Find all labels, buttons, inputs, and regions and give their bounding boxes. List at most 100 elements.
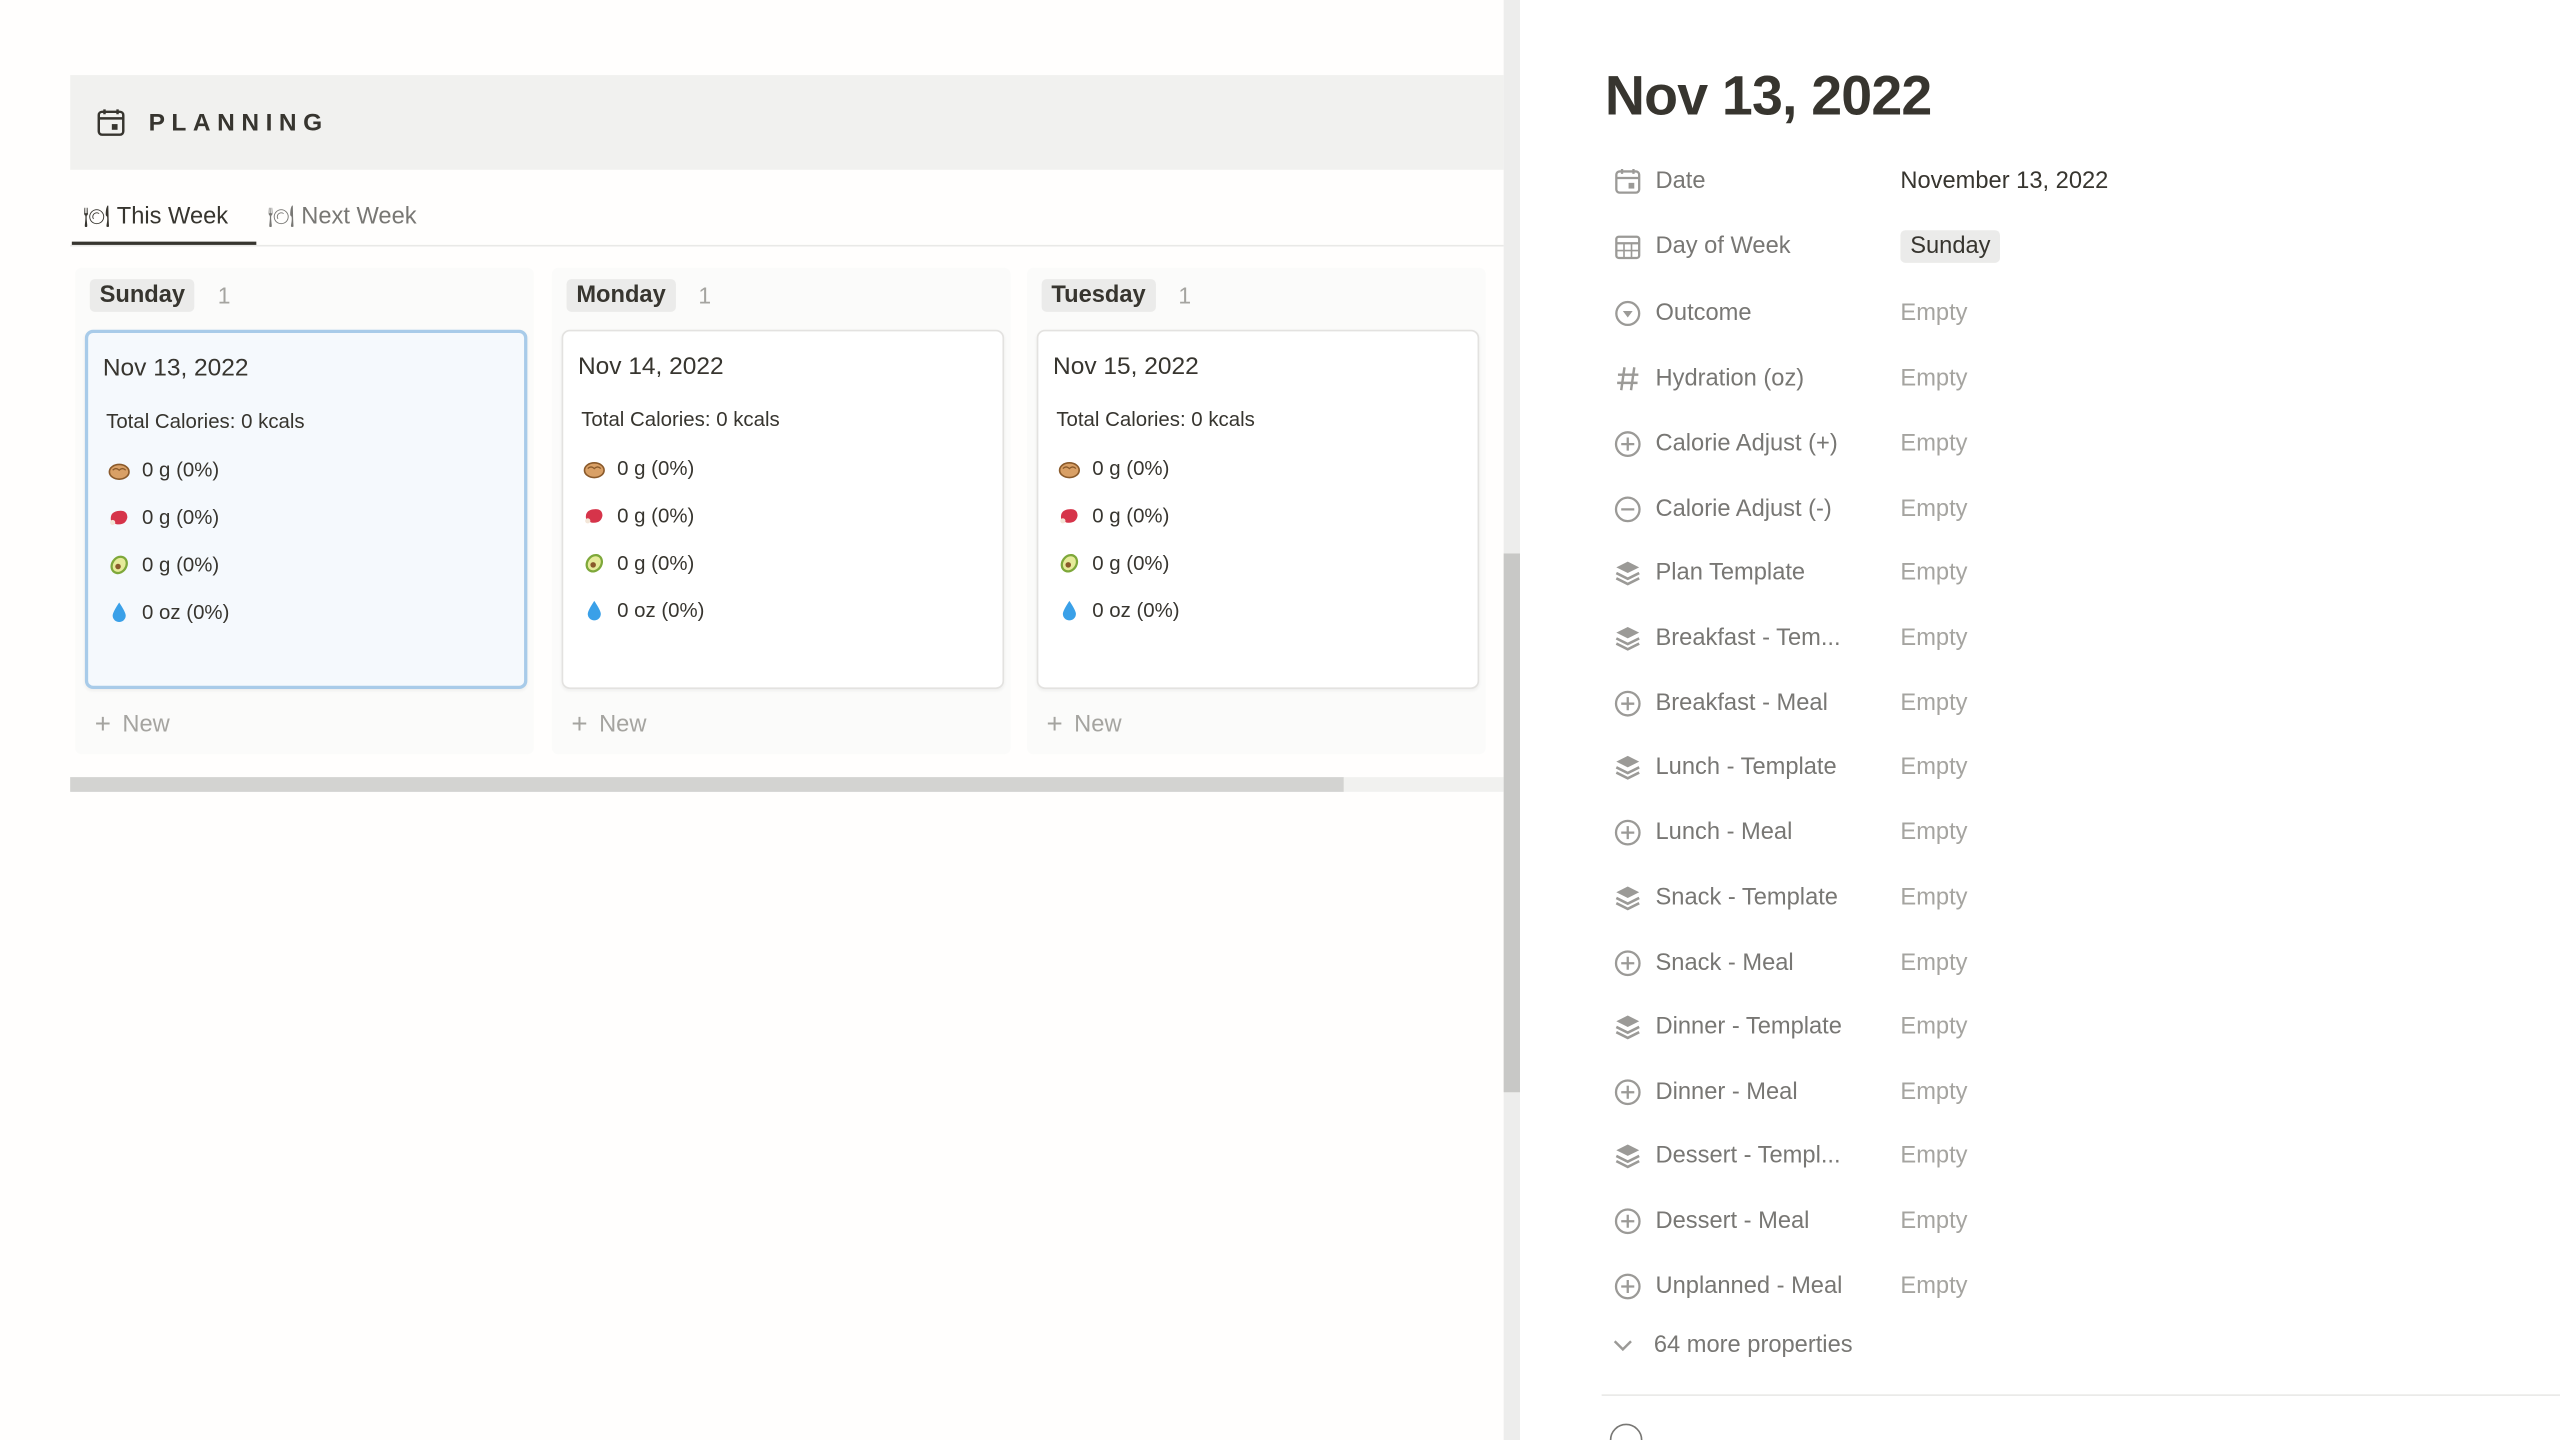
scrollbar-thumb[interactable] — [1503, 553, 1520, 1093]
planning-header: PLANNING — [70, 75, 1504, 170]
property-dinner-template[interactable]: Dinner - Template Empty — [1605, 1002, 2552, 1051]
rollup-icon — [1608, 1007, 1647, 1046]
property-value[interactable]: Empty — [1900, 496, 1967, 522]
comment-icon[interactable] — [1609, 1423, 1643, 1440]
property-name: Dessert - Meal — [1655, 1208, 1810, 1235]
property-breakfast-template[interactable]: Breakfast - Tem... Empty — [1605, 614, 2552, 663]
property-outcome[interactable]: Outcome Empty — [1605, 289, 2552, 338]
card-protein: 0 g (0%) — [1056, 503, 1169, 529]
card-water: 0 oz (0%) — [1056, 598, 1180, 624]
card-protein: 0 g (0%) — [106, 504, 219, 530]
calories-text: Total Calories: 0 kcals — [581, 408, 780, 432]
property-value[interactable]: Empty — [1900, 431, 1967, 457]
peek-page-title[interactable]: Nov 13, 2022 — [1605, 65, 1932, 129]
property-day-of-week[interactable]: Day of Week Sunday — [1605, 222, 2552, 271]
relation-icon — [1608, 684, 1647, 723]
calendar-icon — [96, 108, 125, 137]
rollup-icon — [1608, 878, 1647, 917]
property-calorie-adjust-minus[interactable]: Calorie Adjust (-) Empty — [1605, 485, 2552, 534]
tab-label: Next Week — [301, 203, 417, 230]
column-label[interactable]: Monday — [566, 279, 676, 312]
carbs-text: 0 g (0%) — [142, 458, 220, 482]
property-name: Lunch - Template — [1655, 754, 1837, 781]
card-water: 0 oz (0%) — [581, 598, 704, 624]
property-value-tag[interactable]: Sunday — [1900, 230, 2001, 263]
property-name: Outcome — [1655, 300, 1752, 327]
property-value[interactable]: Empty — [1900, 1079, 1967, 1105]
card-fat: 0 g (0%) — [1056, 550, 1169, 576]
card-fat: 0 g (0%) — [106, 552, 219, 578]
protein-text: 0 g (0%) — [617, 504, 695, 528]
property-lunch-meal[interactable]: Lunch - Meal Empty — [1605, 808, 2552, 857]
property-value[interactable]: Empty — [1900, 820, 1967, 846]
property-calorie-adjust-plus[interactable]: Calorie Adjust (+) Empty — [1605, 420, 2552, 469]
more-properties-toggle[interactable]: 64 more properties — [1608, 1331, 1853, 1360]
property-value[interactable]: November 13, 2022 — [1900, 168, 2108, 194]
tab-this-week[interactable]: 🍽 This Week — [83, 186, 228, 246]
property-dinner-meal[interactable]: Dinner - Meal Empty — [1605, 1068, 2552, 1117]
card-carbs: 0 g (0%) — [106, 457, 219, 483]
property-dessert-meal[interactable]: Dessert - Meal Empty — [1605, 1197, 2552, 1246]
calories-text: Total Calories: 0 kcals — [106, 409, 305, 433]
property-value[interactable]: Empty — [1900, 560, 1967, 586]
board-card[interactable]: Nov 13, 2022 Total Calories: 0 kcals 0 g… — [84, 329, 528, 689]
avocado-icon — [106, 552, 132, 578]
column-header: Tuesday 1 — [1041, 279, 1191, 312]
relation-icon — [1608, 1267, 1647, 1306]
property-value[interactable]: Empty — [1900, 885, 1967, 911]
property-name: Snack - Meal — [1655, 950, 1794, 977]
property-lunch-template[interactable]: Lunch - Template Empty — [1605, 743, 2552, 792]
new-card-button[interactable]: + New — [1047, 709, 1122, 742]
column-tuesday: Tuesday 1 Nov 15, 2022 Total Calories: 0… — [1026, 267, 1486, 755]
protein-text: 0 g (0%) — [142, 506, 220, 529]
tab-next-week[interactable]: 🍽 Next Week — [268, 186, 417, 246]
property-value[interactable]: Empty — [1900, 691, 1967, 717]
rollup-icon — [1608, 748, 1647, 787]
tab-label: This Week — [116, 203, 229, 230]
new-label: New — [1074, 711, 1122, 738]
bread-icon — [106, 457, 132, 483]
property-value[interactable]: Empty — [1900, 1208, 1967, 1234]
board-card[interactable]: Nov 14, 2022 Total Calories: 0 kcals 0 g… — [561, 329, 1005, 689]
column-label[interactable]: Sunday — [89, 279, 195, 312]
property-value[interactable]: Empty — [1900, 1014, 1967, 1040]
card-title: Nov 14, 2022 — [577, 352, 724, 381]
property-value[interactable]: Empty — [1900, 754, 1967, 780]
card-title: Nov 13, 2022 — [102, 354, 249, 383]
card-protein: 0 g (0%) — [581, 503, 694, 529]
property-value[interactable]: Empty — [1900, 950, 1967, 976]
property-value[interactable]: Empty — [1900, 366, 1967, 392]
chevron-down-icon — [1608, 1331, 1637, 1360]
avocado-icon — [1056, 550, 1082, 576]
plus-icon: + — [571, 708, 588, 740]
property-value[interactable]: Empty — [1900, 1143, 1967, 1169]
bread-icon — [1056, 456, 1082, 482]
fat-text: 0 g (0%) — [1092, 551, 1170, 575]
app-root: PLANNING 🍽 This Week 🍽 Next Week Sunday … — [0, 0, 2560, 1440]
property-unplanned-meal[interactable]: Unplanned - Meal Empty — [1605, 1262, 2552, 1311]
property-dessert-template[interactable]: Dessert - Templ... Empty — [1605, 1131, 2552, 1180]
property-snack-template[interactable]: Snack - Template Empty — [1605, 873, 2552, 922]
column-label[interactable]: Tuesday — [1041, 279, 1156, 312]
board-card[interactable]: Nov 15, 2022 Total Calories: 0 kcals 0 g… — [1036, 329, 1480, 689]
property-date[interactable]: Date November 13, 2022 — [1605, 157, 2552, 206]
property-value[interactable]: Empty — [1900, 1273, 1967, 1299]
property-plan-template[interactable]: Plan Template Empty — [1605, 549, 2552, 598]
property-hydration[interactable]: Hydration (oz) Empty — [1605, 354, 2552, 403]
relation-icon — [1608, 1073, 1647, 1112]
new-card-button[interactable]: + New — [95, 709, 170, 742]
horizontal-scrollbar[interactable] — [70, 777, 1504, 792]
card-water: 0 oz (0%) — [106, 599, 229, 625]
property-snack-meal[interactable]: Snack - Meal Empty — [1605, 939, 2552, 988]
property-value[interactable]: Empty — [1900, 300, 1967, 326]
scrollbar-thumb[interactable] — [70, 777, 1344, 792]
property-value[interactable]: Empty — [1900, 625, 1967, 651]
rollup-icon — [1608, 1136, 1647, 1175]
dining-icon: 🍽 — [83, 203, 111, 228]
page-peek-panel: Nov 13, 2022 Date November 13, 2022 Day … — [1520, 0, 2560, 1440]
new-label: New — [122, 711, 170, 738]
vertical-scrollbar[interactable] — [1503, 0, 1520, 1440]
property-breakfast-meal[interactable]: Breakfast - Meal Empty — [1605, 679, 2552, 728]
droplet-icon — [1056, 598, 1082, 624]
new-card-button[interactable]: + New — [571, 709, 646, 742]
